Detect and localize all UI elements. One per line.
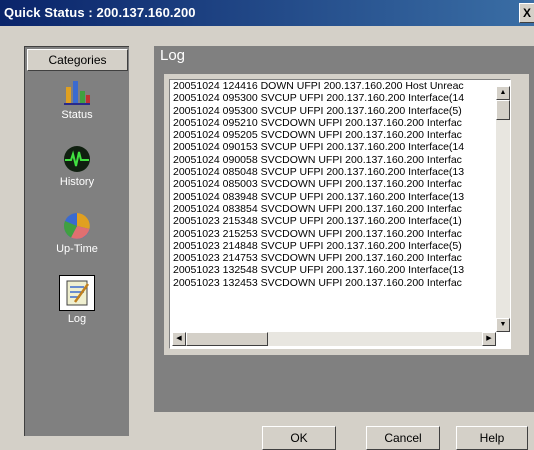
ok-button[interactable]: OK bbox=[262, 426, 336, 450]
scroll-right-button[interactable]: ▶ bbox=[482, 332, 496, 346]
log-main-panel: Log 20051024 124416 DOWN UFPI 200.137.16… bbox=[154, 46, 534, 412]
scroll-left-button[interactable]: ◀ bbox=[172, 332, 186, 346]
window-title: Quick Status : 200.137.160.200 bbox=[4, 5, 196, 20]
cancel-button[interactable]: Cancel bbox=[366, 426, 440, 450]
log-line[interactable]: 20051024 095300 SVCUP UFPI 200.137.160.2… bbox=[170, 92, 510, 104]
log-line[interactable]: 20051024 090058 SVCDOWN UFPI 200.137.160… bbox=[170, 154, 510, 166]
log-lines: 20051024 124416 DOWN UFPI 200.137.160.20… bbox=[170, 80, 510, 289]
log-line[interactable]: 20051024 095205 SVCDOWN UFPI 200.137.160… bbox=[170, 129, 510, 141]
sidebar-item-label: Up-Time bbox=[56, 243, 98, 255]
close-button[interactable]: X bbox=[519, 3, 534, 23]
log-panel: 20051024 124416 DOWN UFPI 200.137.160.20… bbox=[164, 74, 529, 355]
log-line[interactable]: 20051024 095300 SVCUP UFPI 200.137.160.2… bbox=[170, 105, 510, 117]
categories-sidebar: Categories Status History Up-Time Log bbox=[24, 46, 129, 436]
log-line[interactable]: 20051023 132548 SVCUP UFPI 200.137.160.2… bbox=[170, 264, 510, 276]
log-line[interactable]: 20051024 090153 SVCUP UFPI 200.137.160.2… bbox=[170, 141, 510, 153]
bar-chart-icon bbox=[64, 81, 90, 105]
pie-chart-icon bbox=[64, 213, 90, 239]
sidebar-item-label: Log bbox=[67, 313, 87, 325]
help-button[interactable]: Help bbox=[456, 426, 528, 450]
log-line[interactable]: 20051024 124416 DOWN UFPI 200.137.160.20… bbox=[170, 80, 510, 92]
log-line[interactable]: 20051024 083854 SVCDOWN UFPI 200.137.160… bbox=[170, 203, 510, 215]
sidebar-item-label: Status bbox=[61, 109, 93, 121]
notepad-icon bbox=[66, 280, 90, 306]
sidebar-item-status[interactable]: Status bbox=[25, 77, 129, 139]
log-line[interactable]: 20051024 095210 SVCDOWN UFPI 200.137.160… bbox=[170, 117, 510, 129]
sidebar-item-log[interactable]: Log bbox=[25, 275, 129, 337]
horizontal-scroll-thumb[interactable] bbox=[186, 332, 268, 346]
vertical-scroll-thumb[interactable] bbox=[496, 100, 510, 120]
title-bar: Quick Status : 200.137.160.200 X bbox=[0, 0, 534, 26]
heartbeat-icon bbox=[64, 146, 90, 172]
dialog-body: Categories Status History Up-Time Log Lo… bbox=[0, 26, 534, 450]
sidebar-item-history[interactable]: History bbox=[25, 144, 129, 206]
scroll-down-button[interactable]: ▼ bbox=[496, 318, 510, 332]
page-title: Log bbox=[160, 47, 186, 64]
log-line[interactable]: 20051023 214848 SVCUP UFPI 200.137.160.2… bbox=[170, 240, 510, 252]
log-line[interactable]: 20051023 215348 SVCUP UFPI 200.137.160.2… bbox=[170, 215, 510, 227]
vertical-scrollbar[interactable]: ▲ ▼ bbox=[496, 86, 510, 332]
button-bar: OK Cancel Help bbox=[154, 412, 534, 450]
sidebar-item-label: History bbox=[59, 176, 95, 188]
selected-item-frame bbox=[59, 275, 95, 311]
log-line[interactable]: 20051023 214753 SVCDOWN UFPI 200.137.160… bbox=[170, 252, 510, 264]
log-line[interactable]: 20051023 132453 SVCDOWN UFPI 200.137.160… bbox=[170, 277, 510, 289]
scroll-up-button[interactable]: ▲ bbox=[496, 86, 510, 100]
log-line[interactable]: 20051023 215253 SVCDOWN UFPI 200.137.160… bbox=[170, 228, 510, 240]
log-line[interactable]: 20051024 083948 SVCUP UFPI 200.137.160.2… bbox=[170, 191, 510, 203]
horizontal-scrollbar[interactable]: ◀ ▶ bbox=[172, 332, 496, 346]
categories-header[interactable]: Categories bbox=[27, 49, 128, 71]
sidebar-item-up-time[interactable]: Up-Time bbox=[25, 211, 129, 273]
log-line[interactable]: 20051024 085048 SVCUP UFPI 200.137.160.2… bbox=[170, 166, 510, 178]
log-listbox[interactable]: 20051024 124416 DOWN UFPI 200.137.160.20… bbox=[169, 79, 511, 349]
log-line[interactable]: 20051024 085003 SVCDOWN UFPI 200.137.160… bbox=[170, 178, 510, 190]
